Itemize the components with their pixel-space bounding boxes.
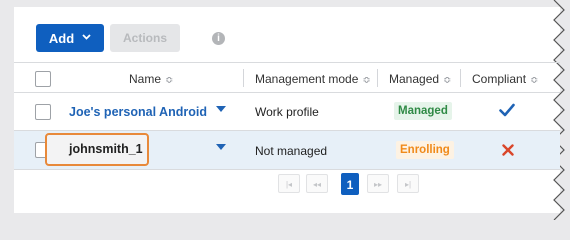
caret-down-icon[interactable]	[216, 144, 226, 150]
column-label-compliant: Compliant	[472, 72, 527, 86]
device-name-text[interactable]: johnsmith_1	[69, 142, 143, 156]
next-page-button[interactable]: ▸▸	[367, 174, 389, 193]
select-all-checkbox[interactable]	[35, 71, 51, 87]
table-row[interactable]: Joe's personal Android Work profile Mana…	[14, 93, 560, 131]
chevron-down-icon	[82, 33, 91, 43]
cross-icon	[502, 143, 514, 161]
column-label-managed: Managed	[389, 72, 440, 86]
first-page-button[interactable]: |◂	[278, 174, 300, 193]
column-header-management-mode[interactable]: Management mode ≎	[255, 72, 371, 86]
add-button[interactable]: Add	[36, 24, 104, 52]
last-page-button[interactable]: ▸|	[397, 174, 419, 193]
sort-icon[interactable]: ≎	[362, 75, 370, 86]
add-button-label: Add	[48, 30, 75, 46]
status-badge: Managed	[394, 102, 452, 120]
management-mode-value: Work profile	[255, 105, 319, 119]
status-badge: Enrolling	[396, 141, 454, 159]
column-divider	[243, 69, 244, 87]
sort-icon[interactable]: ≎	[530, 75, 538, 86]
caret-down-icon[interactable]	[216, 106, 226, 112]
device-name-link[interactable]: Joe's personal Android	[69, 105, 207, 119]
table-header: Name ≎ Management mode ≎ Managed ≎ Complian…	[14, 62, 560, 93]
actions-button[interactable]: Actions	[110, 24, 180, 52]
column-divider	[460, 69, 461, 87]
sort-icon[interactable]: ≎	[443, 75, 451, 86]
column-divider	[377, 69, 378, 87]
sort-icon[interactable]: ≎	[165, 75, 173, 86]
column-header-managed[interactable]: Managed ≎	[389, 72, 451, 86]
column-label-management-mode: Management mode	[255, 72, 359, 86]
actions-button-label: Actions	[122, 31, 167, 45]
checkmark-icon	[499, 103, 515, 122]
row-checkbox[interactable]	[35, 104, 51, 120]
column-header-name[interactable]: Name ≎	[129, 72, 173, 86]
management-mode-value: Not managed	[255, 144, 328, 158]
column-label-name: Name	[129, 72, 162, 86]
prev-page-button[interactable]: ◂◂	[306, 174, 328, 193]
page-1-button[interactable]: 1	[341, 173, 359, 195]
column-header-compliant[interactable]: Compliant ≎	[472, 72, 538, 86]
info-icon[interactable]: i	[212, 32, 225, 45]
